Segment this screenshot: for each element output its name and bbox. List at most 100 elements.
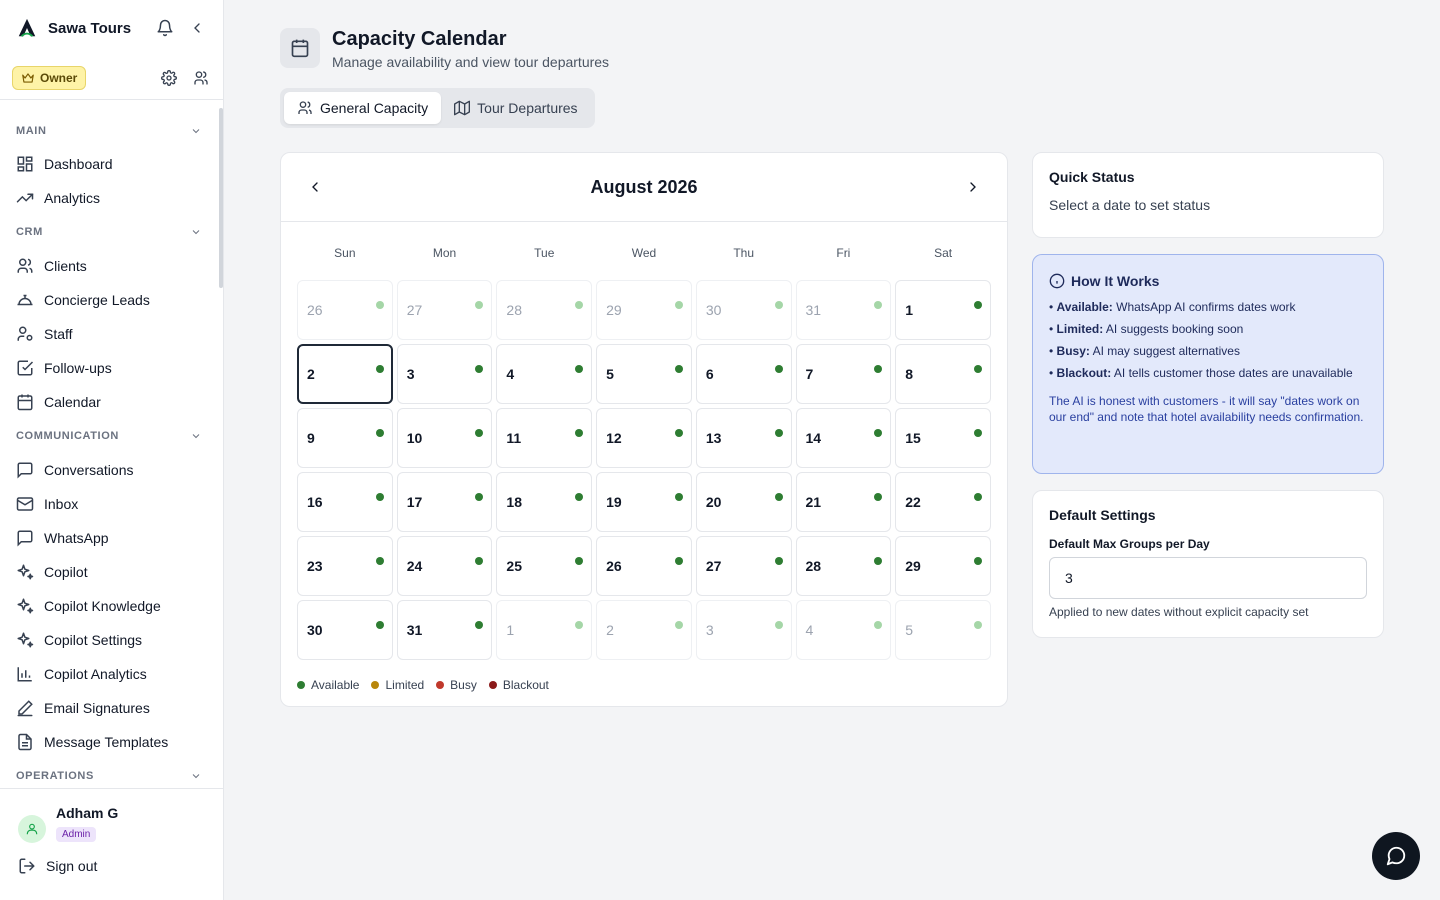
sidebar-item-calendar[interactable]: Calendar [0,385,218,419]
gear-icon[interactable] [159,68,179,88]
day-cell[interactable]: 5 [895,600,991,660]
quick-status-title: Quick Status [1049,169,1135,185]
day-cell[interactable]: 16 [297,472,393,532]
day-number: 26 [606,558,622,574]
sidebar-item-staff[interactable]: Staff [0,317,218,351]
sidebar-item-copilot[interactable]: Copilot [0,555,218,589]
day-cell[interactable]: 27 [396,280,493,340]
day-cell[interactable]: 8 [895,344,991,404]
status-dot [375,621,384,629]
day-cell[interactable]: 9 [297,408,393,468]
day-cell[interactable]: 26 [297,280,393,340]
next-month-button[interactable] [963,177,983,197]
sidebar-item-dashboard[interactable]: Dashboard [0,147,218,181]
day-cell[interactable]: 26 [596,536,692,596]
day-cell[interactable]: 23 [297,536,393,596]
chat-button[interactable] [1372,832,1420,880]
section-crm[interactable]: CRM [0,215,218,249]
sidebar-item-analytics[interactable]: Analytics [0,181,218,215]
users-icon [17,258,33,273]
day-cell[interactable]: 6 [695,344,792,404]
sidebar-item-conversations[interactable]: Conversations [0,453,218,487]
day-cell[interactable]: 1 [895,280,991,340]
user-profile[interactable]: Adham G Admin [0,789,223,843]
day-cell[interactable]: 28 [496,280,593,340]
day-cell[interactable]: 10 [396,408,493,468]
day-cell[interactable]: 11 [496,408,593,468]
sidebar-scrollbar[interactable] [219,108,223,288]
day-cell[interactable]: 21 [795,472,892,532]
day-cell[interactable]: 24 [396,536,493,596]
day-cell-selected[interactable]: 2 [297,344,393,404]
day-cell[interactable]: 22 [895,472,991,532]
day-cell[interactable]: 5 [596,344,692,404]
day-cell[interactable]: 7 [795,344,892,404]
collapse-sidebar-icon[interactable] [187,18,207,38]
sign-out-button[interactable]: Sign out [0,857,223,875]
section-communication[interactable]: COMMUNICATION [0,419,218,453]
day-cell[interactable]: 31 [396,600,493,660]
day-cell[interactable]: 28 [795,536,892,596]
day-cell[interactable]: 25 [496,536,593,596]
calendar-header: August 2026 [281,153,1007,222]
day-cell[interactable]: 2 [596,600,692,660]
role-label: Owner [40,70,78,85]
day-cell[interactable]: 30 [297,600,393,660]
weekday-label: Sat [934,246,953,260]
day-cell[interactable]: 29 [895,536,991,596]
message-square-icon [17,462,33,479]
day-cell[interactable]: 1 [496,600,593,660]
day-cell[interactable]: 15 [895,408,991,468]
day-cell[interactable]: 3 [695,600,792,660]
sidebar-item-message-templates[interactable]: Message Templates [0,725,218,759]
sidebar-item-copilot-settings[interactable]: Copilot Settings [0,623,218,657]
day-number: 27 [406,302,423,318]
status-dot [475,557,484,565]
day-cell[interactable]: 3 [396,344,493,404]
sidebar-item-follow-ups[interactable]: Follow-ups [0,351,218,385]
message-square-icon [17,530,33,547]
quick-status-card: Quick Status Select a date to set status [1032,152,1384,238]
prev-month-button[interactable] [305,177,325,197]
tab-tour-departures[interactable]: Tour Departures [441,92,590,124]
section-operations[interactable]: OPERATIONS [0,759,218,786]
day-number: 1 [905,302,914,318]
legend-label: Limited [385,678,425,692]
sidebar-item-copilot-knowledge[interactable]: Copilot Knowledge [0,589,218,623]
day-cell[interactable]: 18 [496,472,593,532]
day-cell[interactable]: 14 [795,408,892,468]
status-legend: Available Limited Busy Blackout [281,678,1007,692]
day-cell[interactable]: 27 [695,536,792,596]
users-icon[interactable] [191,68,211,88]
sidebar-item-clients[interactable]: Clients [0,249,218,283]
user-name: Adham G [56,805,119,821]
section-main[interactable]: MAIN [0,115,218,147]
sidebar-item-email-signatures[interactable]: Email Signatures [0,691,218,725]
tab-general-capacity[interactable]: General Capacity [284,92,442,124]
day-cell[interactable]: 17 [396,472,493,532]
day-cell[interactable]: 20 [695,472,792,532]
day-cell[interactable]: 29 [596,280,692,340]
sidebar-item-whatsapp[interactable]: WhatsApp [0,521,218,555]
bell-icon[interactable] [155,18,175,38]
status-dot [774,429,783,437]
sidebar-item-concierge-leads[interactable]: Concierge Leads [0,283,218,317]
admin-badge: Admin [56,827,97,842]
sidebar-item-label: Copilot Settings [44,632,143,648]
day-number: 28 [805,558,822,574]
sparkles-icon [17,598,34,614]
day-cell[interactable]: 13 [695,408,792,468]
max-groups-input[interactable] [1049,557,1367,599]
sidebar-item-inbox[interactable]: Inbox [0,487,218,521]
day-cell[interactable]: 19 [596,472,692,532]
status-dot [874,301,883,309]
sidebar-item-copilot-analytics[interactable]: Copilot Analytics [0,657,218,691]
day-cell[interactable]: 31 [795,280,892,340]
day-cell[interactable]: 4 [795,600,892,660]
day-cell[interactable]: 12 [596,408,692,468]
how-it-works-list: • Available: WhatsApp AI confirms dates … [1049,299,1367,381]
day-cell[interactable]: 30 [695,280,792,340]
legend-dot [436,681,445,689]
status-dot [375,365,384,373]
day-cell[interactable]: 4 [496,344,593,404]
